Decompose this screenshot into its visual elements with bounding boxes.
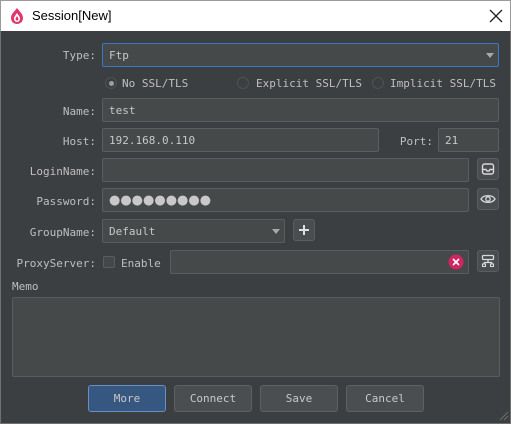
port-input[interactable]: 21 — [438, 128, 499, 152]
password-label: Password: — [36, 195, 96, 208]
clear-icon[interactable] — [448, 254, 464, 270]
group-name-label: GroupName: — [29, 226, 96, 239]
radio-no-ssl[interactable] — [105, 77, 117, 89]
port-input-value: 21 — [445, 133, 459, 147]
connect-button[interactable]: Connect — [174, 385, 252, 412]
host-input-value: 192.168.0.110 — [109, 133, 196, 147]
chevron-down-icon — [486, 53, 494, 58]
login-picker-button[interactable] — [477, 158, 499, 180]
proxy-server-input[interactable] — [170, 250, 469, 274]
radio-no-ssl-label: No SSL/TLS — [122, 77, 189, 90]
plus-icon — [299, 225, 309, 235]
group-name-select[interactable]: Default — [102, 219, 285, 243]
memo-textarea[interactable] — [12, 297, 500, 377]
network-icon — [481, 254, 495, 268]
name-input[interactable]: test — [102, 98, 499, 122]
type-select[interactable]: Ftp — [102, 43, 499, 67]
save-button[interactable]: Save — [260, 385, 338, 412]
login-name-input[interactable] — [102, 158, 469, 182]
proxy-enable-checkbox[interactable] — [103, 256, 115, 268]
proxy-enable-label: Enable — [121, 257, 161, 270]
password-input[interactable]: ●●●●●●●●● — [102, 188, 469, 212]
host-input[interactable]: 192.168.0.110 — [102, 128, 379, 152]
app-logo-icon — [11, 8, 23, 24]
radio-implicit-ssl-label: Implicit SSL/TLS — [390, 77, 496, 90]
chevron-down-icon — [272, 229, 280, 234]
eye-icon — [480, 194, 496, 204]
radio-explicit-ssl[interactable] — [237, 77, 249, 89]
more-button[interactable]: More — [88, 385, 166, 412]
inbox-icon — [481, 163, 495, 175]
window-title: Session[New] — [32, 8, 112, 23]
title-bar: Session[New] — [0, 0, 511, 31]
name-label: Name: — [62, 105, 96, 118]
close-icon[interactable] — [487, 7, 505, 25]
proxy-server-label: ProxyServer: — [16, 257, 96, 270]
resize-grip-icon[interactable] — [497, 409, 509, 421]
session-dialog-body: Type: Ftp No SSL/TLS Explicit SSL/TLS Im… — [0, 31, 511, 424]
type-label: Type: — [62, 49, 96, 62]
port-label: Port: — [399, 135, 433, 148]
type-select-value: Ftp — [109, 48, 129, 62]
show-password-button[interactable] — [477, 188, 499, 210]
memo-label: Memo — [12, 280, 39, 293]
radio-explicit-ssl-label: Explicit SSL/TLS — [256, 77, 362, 90]
group-name-select-value: Default — [109, 224, 156, 238]
name-input-value: test — [109, 103, 136, 117]
radio-implicit-ssl[interactable] — [372, 77, 384, 89]
proxy-settings-button[interactable] — [477, 250, 499, 272]
add-group-button[interactable] — [293, 219, 315, 241]
login-name-label: LoginName: — [29, 165, 96, 178]
host-label: Host: — [62, 135, 96, 148]
cancel-button[interactable]: Cancel — [346, 385, 424, 412]
password-input-value: ●●●●●●●●● — [109, 192, 212, 208]
